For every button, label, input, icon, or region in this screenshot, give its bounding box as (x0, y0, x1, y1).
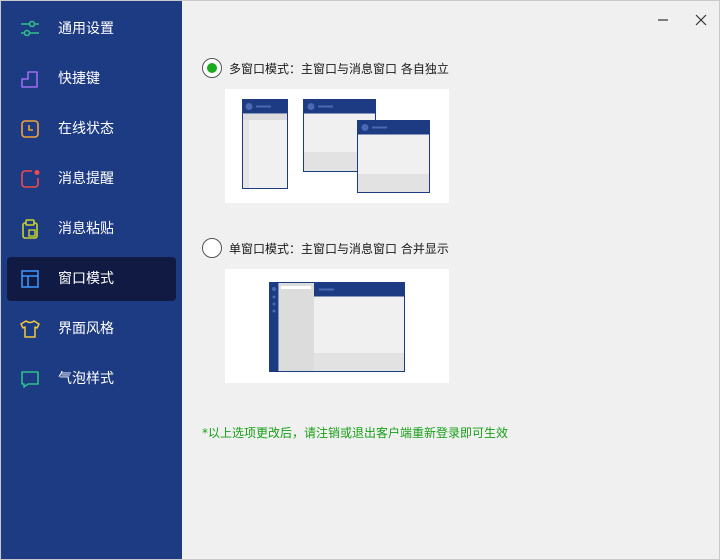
clipboard-icon (22, 219, 38, 239)
single-window-radio[interactable] (202, 238, 222, 258)
sidebar-item-message-alert[interactable]: 消息提醒 (7, 157, 176, 201)
sidebar-item-label: 气泡样式 (58, 371, 114, 387)
minimize-icon (658, 19, 668, 21)
minimize-button[interactable] (652, 9, 674, 31)
single-window-illustration (269, 282, 405, 372)
sidebar-item-label: 在线状态 (58, 121, 114, 137)
layout-icon (21, 270, 39, 288)
sidebar-item-label: 窗口模式 (58, 271, 114, 287)
sidebar-item-general[interactable]: 通用设置 (7, 7, 176, 51)
sidebar-item-bubble-style[interactable]: 气泡样式 (7, 357, 176, 401)
multi-window-preview (225, 89, 449, 203)
sliders-icon (21, 20, 39, 37)
close-button[interactable] (690, 9, 712, 31)
sidebar-item-window-mode[interactable]: 窗口模式 (7, 257, 176, 301)
single-window-preview (225, 269, 449, 383)
sidebar-item-shortcuts[interactable]: 快捷键 (7, 57, 176, 101)
multi-window-radio[interactable] (202, 58, 222, 78)
clock-icon (21, 120, 39, 138)
step-icon (21, 71, 38, 88)
single-window-label: 单窗口模式：主窗口与消息窗口 合并显示 (229, 241, 449, 256)
shirt-icon (20, 320, 40, 338)
multi-window-option[interactable]: 多窗口模式：主窗口与消息窗口 各自独立 (202, 57, 449, 79)
sidebar-item-label: 消息提醒 (58, 171, 114, 187)
sidebar-item-message-paste[interactable]: 消息粘贴 (7, 207, 176, 251)
sidebar-item-online-status[interactable]: 在线状态 (7, 107, 176, 151)
sidebar-item-label: 界面风格 (58, 321, 114, 337)
restart-note: *以上选项更改后，请注销或退出客户端重新登录即可生效 (202, 426, 509, 440)
single-window-option[interactable]: 单窗口模式：主窗口与消息窗口 合并显示 (202, 237, 449, 259)
close-icon (695, 14, 707, 26)
sidebar-item-label: 快捷键 (58, 71, 100, 87)
sidebar-item-ui-style[interactable]: 界面风格 (7, 307, 176, 351)
sidebar-item-label: 消息粘贴 (58, 221, 114, 237)
multi-window-illustration (242, 99, 430, 193)
chat-bubble-icon (21, 371, 39, 388)
settings-window: 通用设置 快捷键 在线状态 消息提醒 消息粘贴 窗口模式 界面风格 气泡样式 多… (0, 0, 720, 560)
notification-icon (21, 170, 40, 188)
multi-window-label: 多窗口模式：主窗口与消息窗口 各自独立 (229, 61, 449, 76)
sidebar: 通用设置 快捷键 在线状态 消息提醒 消息粘贴 窗口模式 界面风格 气泡样式 (1, 1, 182, 559)
sidebar-item-label: 通用设置 (58, 21, 114, 37)
